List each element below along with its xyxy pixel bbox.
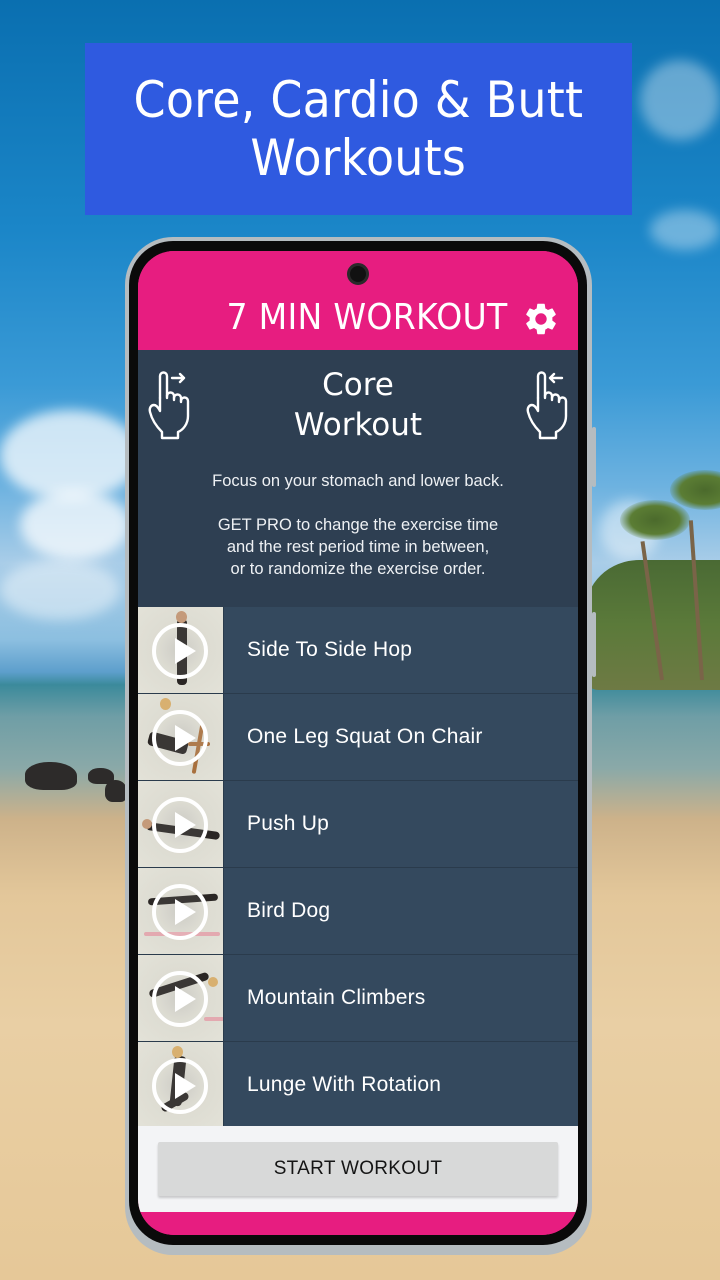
figure-head [208,977,218,987]
figure-head [160,698,171,710]
rock [25,762,77,790]
volume-button [592,427,596,487]
banner-title-line1: Core, Cardio & Butt [133,71,584,129]
gear-icon[interactable] [522,300,560,338]
exercise-name: Lunge With Rotation [247,1073,442,1096]
play-icon[interactable] [152,710,208,766]
workout-title: Core Workout [138,365,578,445]
play-icon[interactable] [152,971,208,1027]
exercise-row[interactable]: Push Up [138,781,578,868]
exercise-row[interactable]: Mountain Climbers [138,955,578,1042]
figure-head [172,1046,183,1058]
palm-leaves [620,500,690,540]
bottom-action-area: START WORKOUT [138,1126,578,1212]
power-button [592,612,596,677]
mat [204,1017,223,1021]
swipe-left-hand-icon[interactable] [524,368,570,440]
exercise-name: Bird Dog [247,899,331,922]
pro-line-1: GET PRO to change the exercise time [217,516,499,534]
exercise-thumbnail[interactable] [138,868,224,954]
exercise-thumbnail[interactable] [138,955,224,1041]
workout-panel: Core Workout Focus on your stomach and l… [138,350,578,1129]
play-icon[interactable] [152,1058,208,1114]
exercise-name: Mountain Climbers [247,986,426,1009]
exercise-row[interactable]: Lunge With Rotation [138,1042,578,1129]
play-icon[interactable] [152,623,208,679]
app-bar: 7 MIN WORKOUT [138,251,578,350]
workout-title-line2: Workout [293,407,423,443]
exercise-thumbnail[interactable] [138,781,224,867]
cloud [20,490,130,560]
exercise-name: One Leg Squat On Chair [247,725,483,748]
start-workout-button[interactable]: START WORKOUT [158,1142,558,1196]
play-icon[interactable] [152,797,208,853]
front-camera [347,263,369,285]
phone-frame: 7 MIN WORKOUT Core Workout Focus on your… [125,237,596,1255]
exercise-row[interactable]: Bird Dog [138,868,578,955]
pro-line-2: and the rest period time in between, [226,538,490,556]
description-focus: Focus on your stomach and lower back. [212,472,504,490]
exercise-thumbnail[interactable] [138,607,224,693]
app-screen: 7 MIN WORKOUT Core Workout Focus on your… [138,251,578,1235]
cloud [0,560,120,620]
cloud [640,60,720,140]
exercise-row[interactable]: Side To Side Hop [138,607,578,694]
rock [105,780,127,802]
bottom-accent-bar [138,1212,578,1235]
workout-title-line1: Core [322,367,394,403]
exercise-thumbnail[interactable] [138,1042,224,1128]
play-icon[interactable] [152,884,208,940]
exercise-name: Side To Side Hop [247,638,413,661]
cloud [0,410,140,500]
workout-description: Focus on your stomach and lower back. GE… [138,470,578,580]
promo-banner: Core, Cardio & Butt Workouts [85,43,632,215]
app-title: 7 MIN WORKOUT [226,297,508,338]
exercise-thumbnail[interactable] [138,694,224,780]
banner-title-line2: Workouts [250,129,467,187]
figure-head [142,819,152,829]
figure-head [176,611,187,623]
pro-line-3: or to randomize the exercise order. [230,560,486,578]
exercise-row[interactable]: One Leg Squat On Chair [138,694,578,781]
exercise-name: Push Up [247,812,329,835]
cloud [650,210,720,250]
exercise-list: Side To Side Hop One Leg Squat On Chair [138,607,578,1129]
phone-bezel: 7 MIN WORKOUT Core Workout Focus on your… [129,241,587,1245]
